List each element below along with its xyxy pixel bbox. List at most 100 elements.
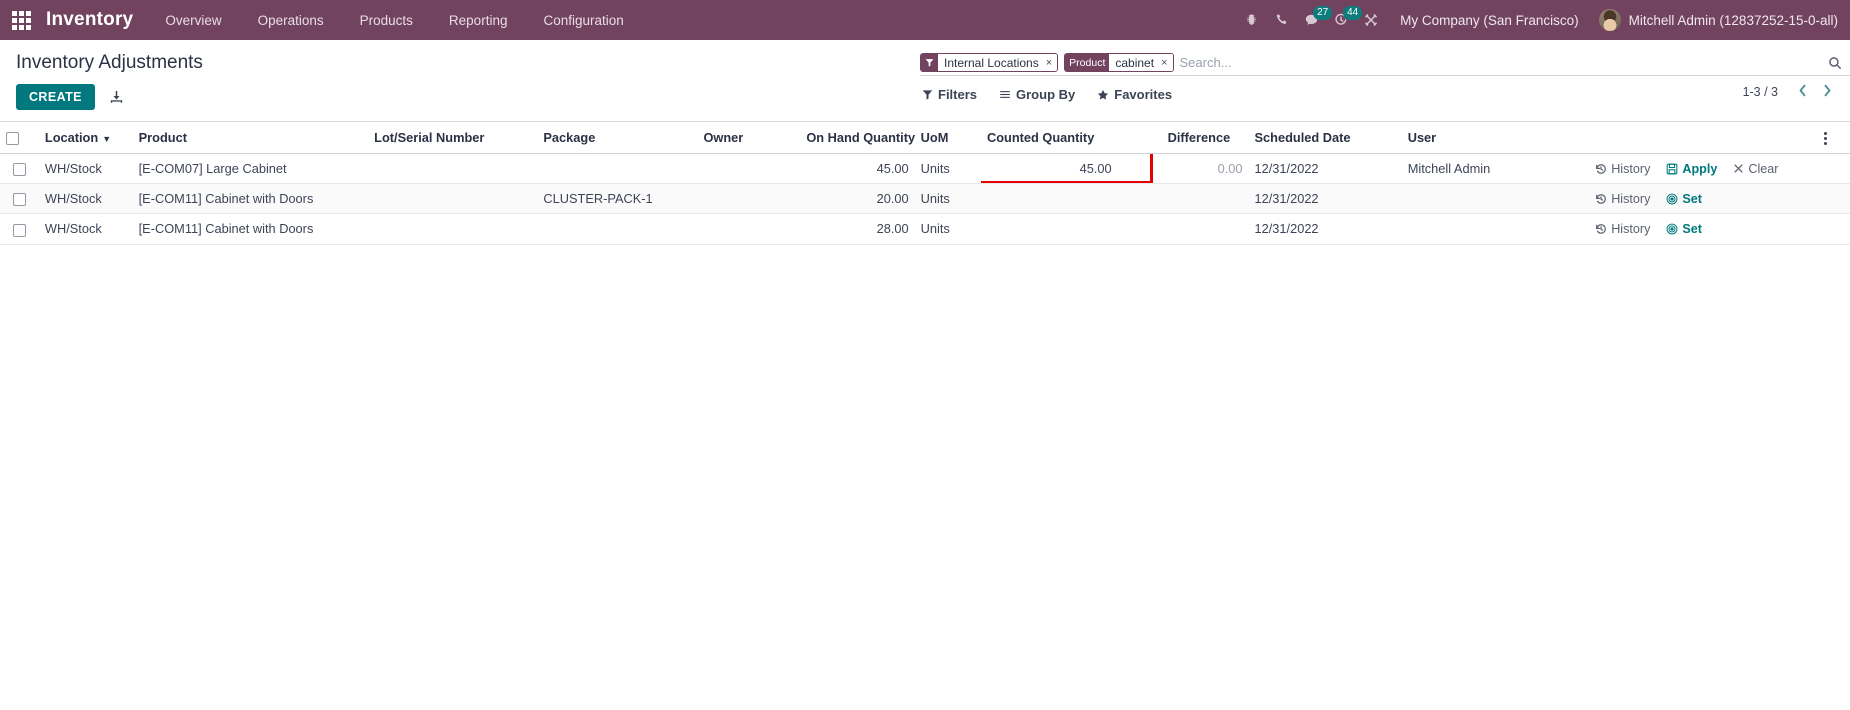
cell-location[interactable]: WH/Stock xyxy=(38,183,133,215)
set-button[interactable]: Set xyxy=(1666,192,1702,206)
filter-funnel-icon xyxy=(921,54,938,71)
cell-owner[interactable] xyxy=(697,213,801,245)
cell-product[interactable]: [E-COM11] Cabinet with Doors xyxy=(132,183,369,215)
select-all-checkbox[interactable] xyxy=(6,132,19,146)
cell-lot-serial[interactable] xyxy=(368,213,538,245)
facet-internal-locations[interactable]: Internal Locations × xyxy=(920,53,1059,72)
phone-icon[interactable] xyxy=(1266,0,1296,40)
row-checkbox[interactable] xyxy=(12,223,26,237)
menu-item-overview[interactable]: Overview xyxy=(147,0,239,40)
cell-user[interactable] xyxy=(1401,213,1590,245)
column-header-user[interactable]: User xyxy=(1401,122,1590,155)
history-button[interactable]: History xyxy=(1595,222,1650,236)
favorites-button[interactable]: Favorites xyxy=(1097,87,1172,102)
table-row[interactable]: WH/Stock [E-COM07] Large Cabinet 45.00 U… xyxy=(0,153,1850,185)
cell-on-hand-quantity[interactable]: 45.00 xyxy=(800,153,915,185)
pager-next-button[interactable] xyxy=(1815,84,1840,100)
cell-owner[interactable] xyxy=(697,153,801,185)
menu-item-operations[interactable]: Operations xyxy=(240,0,342,40)
search-input[interactable] xyxy=(1179,52,1828,73)
cell-row-actions: History Set xyxy=(1589,183,1818,215)
cell-location[interactable]: WH/Stock xyxy=(38,153,133,185)
column-header-counted-quantity[interactable]: Counted Quantity xyxy=(980,122,1162,155)
cell-package[interactable]: CLUSTER-PACK-1 xyxy=(537,183,698,215)
cell-owner[interactable] xyxy=(697,183,801,215)
row-checkbox[interactable] xyxy=(12,163,26,177)
facet-product[interactable]: Product cabinet × xyxy=(1064,53,1174,72)
facet-label: Product xyxy=(1065,54,1110,71)
cell-uom[interactable]: Units xyxy=(914,213,981,245)
cell-user[interactable]: Mitchell Admin xyxy=(1401,153,1590,185)
column-header-on-hand-quantity[interactable]: On Hand Quantity xyxy=(800,122,915,155)
import-download-icon[interactable] xyxy=(109,90,124,105)
cell-row-actions: History Apply Clear xyxy=(1589,153,1818,185)
search-icon[interactable] xyxy=(1828,56,1842,70)
apply-button[interactable]: Apply xyxy=(1666,162,1717,176)
cell-scheduled-date[interactable]: 12/31/2022 xyxy=(1248,153,1402,185)
tools-icon[interactable] xyxy=(1356,0,1386,40)
cell-product[interactable]: [E-COM11] Cabinet with Doors xyxy=(132,213,369,245)
menu-item-configuration[interactable]: Configuration xyxy=(525,0,641,40)
column-header-product[interactable]: Product xyxy=(132,122,369,155)
cell-package[interactable] xyxy=(537,153,698,185)
column-header-scheduled-date[interactable]: Scheduled Date xyxy=(1248,122,1402,155)
cell-counted-quantity[interactable] xyxy=(980,183,1162,215)
column-header-lot-serial[interactable]: Lot/Serial Number xyxy=(368,122,538,155)
cell-location[interactable]: WH/Stock xyxy=(38,213,133,245)
cell-user[interactable] xyxy=(1401,183,1590,215)
cell-scheduled-date[interactable]: 12/31/2022 xyxy=(1248,213,1402,245)
cell-product[interactable]: [E-COM07] Large Cabinet xyxy=(132,153,369,185)
cell-on-hand-quantity[interactable]: 20.00 xyxy=(800,183,915,215)
cell-package[interactable] xyxy=(537,213,698,245)
history-label: History xyxy=(1611,191,1651,206)
cell-counted-quantity[interactable] xyxy=(980,213,1162,245)
table-row[interactable]: WH/Stock [E-COM11] Cabinet with Doors CL… xyxy=(0,183,1850,215)
company-selector[interactable]: My Company (San Francisco) xyxy=(1386,13,1593,28)
column-header-location[interactable]: Location ▼ xyxy=(38,122,133,155)
menu-item-products[interactable]: Products xyxy=(342,0,431,40)
facet-remove-icon[interactable]: × xyxy=(1042,54,1058,71)
pager-previous-button[interactable] xyxy=(1790,84,1815,100)
history-button[interactable]: History xyxy=(1595,192,1650,206)
cell-uom[interactable]: Units xyxy=(914,183,981,215)
avatar xyxy=(1598,9,1621,31)
cell-uom[interactable]: Units xyxy=(914,153,981,185)
column-header-owner[interactable]: Owner xyxy=(697,122,801,155)
column-header-package[interactable]: Package xyxy=(537,122,698,155)
row-select-cell xyxy=(0,153,39,185)
bug-icon[interactable] xyxy=(1236,0,1266,40)
cell-difference xyxy=(1161,213,1249,245)
column-header-difference[interactable]: Difference xyxy=(1161,122,1249,155)
row-checkbox[interactable] xyxy=(12,193,26,207)
apps-grid-icon[interactable] xyxy=(8,7,34,33)
inventory-adjustments-list: Location ▼ Product Lot/Serial Number Pack… xyxy=(0,122,1850,245)
table-row[interactable]: WH/Stock [E-COM11] Cabinet with Doors 28… xyxy=(0,213,1850,245)
activities-icon[interactable]: 44 xyxy=(1326,0,1363,40)
cell-scheduled-date[interactable]: 12/31/2022 xyxy=(1248,183,1402,215)
menu-item-reporting[interactable]: Reporting xyxy=(431,0,526,40)
search-dropdown-buttons: Filters Group By Favorites xyxy=(920,87,1850,102)
set-button[interactable]: Set xyxy=(1666,222,1702,236)
filters-button[interactable]: Filters xyxy=(922,87,977,102)
cell-lot-serial[interactable] xyxy=(368,153,538,185)
group-by-button[interactable]: Group By xyxy=(999,87,1075,102)
favorites-label: Favorites xyxy=(1114,87,1173,102)
cell-lot-serial[interactable] xyxy=(368,183,538,215)
cell-counted-quantity[interactable]: 45.00 xyxy=(980,153,1162,185)
app-brand-inventory[interactable]: Inventory xyxy=(40,9,147,31)
history-button[interactable]: History xyxy=(1595,162,1650,176)
cell-difference: 0.00 xyxy=(1161,153,1249,185)
cell-row-actions: History Set xyxy=(1589,213,1818,245)
pager: 1-3 / 3 xyxy=(1743,84,1840,100)
messages-icon[interactable]: 27 xyxy=(1296,0,1333,40)
sort-desc-icon: ▼ xyxy=(102,134,112,145)
facet-remove-icon[interactable]: × xyxy=(1158,54,1173,71)
optional-columns-icon[interactable] xyxy=(1823,132,1827,146)
cell-on-hand-quantity[interactable]: 28.00 xyxy=(800,213,915,245)
create-button[interactable]: CREATE xyxy=(16,84,95,110)
clear-button[interactable]: Clear xyxy=(1733,162,1778,176)
cell-difference xyxy=(1161,183,1249,215)
column-header-uom[interactable]: UoM xyxy=(914,122,981,155)
user-menu[interactable]: Mitchell Admin (12837252-15-0-all) xyxy=(1593,9,1838,31)
column-header-actions xyxy=(1589,122,1818,155)
